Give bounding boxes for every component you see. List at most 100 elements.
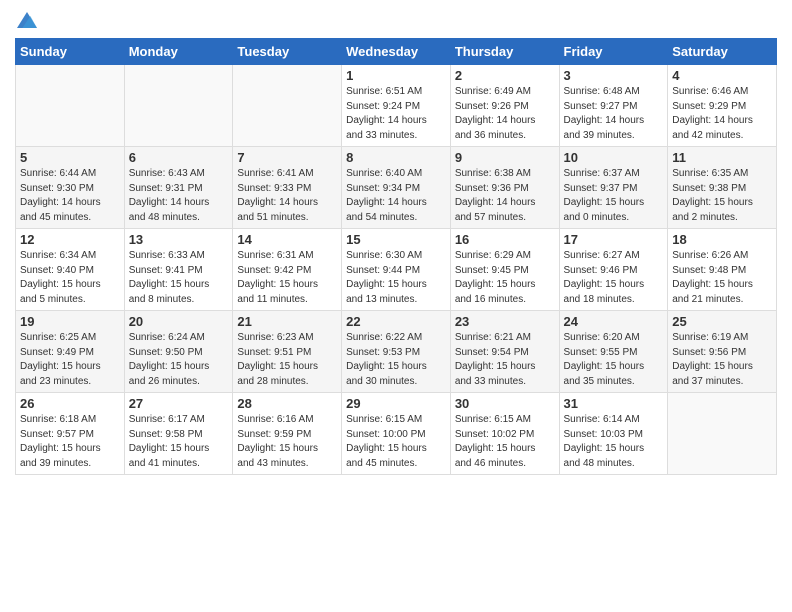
day-cell: 31 Sunrise: 6:14 AMSunset: 10:03 PMDaylig… (559, 393, 668, 475)
week-row: 1Sunrise: 6:51 AMSunset: 9:24 PMDaylight… (16, 65, 777, 147)
weekday-header-saturday: Saturday (668, 39, 777, 65)
day-cell: 24 Sunrise: 6:20 AMSunset: 9:55 PMDayligh… (559, 311, 668, 393)
day-number: 5 (20, 150, 120, 165)
day-info: Sunrise: 6:33 AMSunset: 9:41 PMDaylight:… (129, 249, 229, 307)
day-cell: 27 Sunrise: 6:17 AMSunset: 9:58 PMDayligh… (124, 393, 233, 475)
day-number: 17 (564, 232, 664, 247)
day-cell: 7 Sunrise: 6:41 AMSunset: 9:33 PMDaylight… (233, 147, 342, 229)
day-info: Sunrise: 6:29 AMSunset: 9:45 PMDaylight:… (455, 249, 555, 307)
day-cell: 5 Sunrise: 6:44 AMSunset: 9:30 PMDaylight… (16, 147, 125, 229)
day-info: Sunrise: 6:22 AMSunset: 9:53 PMDaylight:… (346, 331, 446, 389)
weekday-header-friday: Friday (559, 39, 668, 65)
weekday-header-sunday: Sunday (16, 39, 125, 65)
day-number: 20 (129, 314, 229, 329)
day-cell: 12 Sunrise: 6:34 AMSunset: 9:40 PMDayligh… (16, 229, 125, 311)
day-number: 24 (564, 314, 664, 329)
logo (15, 10, 37, 30)
day-number: 12 (20, 232, 120, 247)
day-cell: 26Sunrise: 6:18 AMSunset: 9:57 PMDayligh… (16, 393, 125, 475)
week-row: 19 Sunrise: 6:25 AMSunset: 9:49 PMDayligh… (16, 311, 777, 393)
calendar: SundayMondayTuesdayWednesdayThursdayFrid… (15, 38, 777, 475)
day-info: Sunrise: 6:25 AMSunset: 9:49 PMDaylight:… (20, 331, 120, 389)
day-cell: 2Sunrise: 6:49 AMSunset: 9:26 PMDaylight… (450, 65, 559, 147)
day-cell: 10Sunrise: 6:37 AMSunset: 9:37 PMDayligh… (559, 147, 668, 229)
day-number: 25 (672, 314, 772, 329)
day-info: Sunrise: 6:40 AMSunset: 9:34 PMDaylight:… (346, 167, 446, 225)
day-cell (16, 65, 125, 147)
day-number: 3 (564, 68, 664, 83)
day-cell: 6 Sunrise: 6:43 AMSunset: 9:31 PMDaylight… (124, 147, 233, 229)
day-number: 7 (237, 150, 337, 165)
day-number: 30 (455, 396, 555, 411)
weekday-header-monday: Monday (124, 39, 233, 65)
day-cell: 23 Sunrise: 6:21 AMSunset: 9:54 PMDayligh… (450, 311, 559, 393)
day-info: Sunrise: 6:16 AMSunset: 9:59 PMDaylight:… (237, 413, 337, 471)
day-info: Sunrise: 6:14 AMSunset: 10:03 PMDaylight… (564, 413, 664, 471)
day-info: Sunrise: 6:20 AMSunset: 9:55 PMDaylight:… (564, 331, 664, 389)
day-cell: 17 Sunrise: 6:27 AMSunset: 9:46 PMDayligh… (559, 229, 668, 311)
day-cell: 22 Sunrise: 6:22 AMSunset: 9:53 PMDayligh… (342, 311, 451, 393)
day-info: Sunrise: 6:17 AMSunset: 9:58 PMDaylight:… (129, 413, 229, 471)
day-cell: 25 Sunrise: 6:19 AMSunset: 9:56 PMDayligh… (668, 311, 777, 393)
day-number: 31 (564, 396, 664, 411)
day-info: Sunrise: 6:44 AMSunset: 9:30 PMDaylight:… (20, 167, 120, 225)
day-info: Sunrise: 6:15 AMSunset: 10:00 PMDaylight… (346, 413, 446, 471)
day-info: Sunrise: 6:23 AMSunset: 9:51 PMDaylight:… (237, 331, 337, 389)
day-info: Sunrise: 6:24 AMSunset: 9:50 PMDaylight:… (129, 331, 229, 389)
day-cell (124, 65, 233, 147)
day-number: 23 (455, 314, 555, 329)
day-info: Sunrise: 6:41 AMSunset: 9:33 PMDaylight:… (237, 167, 337, 225)
week-row: 12 Sunrise: 6:34 AMSunset: 9:40 PMDayligh… (16, 229, 777, 311)
header (15, 10, 777, 30)
day-cell: 29 Sunrise: 6:15 AMSunset: 10:00 PMDaylig… (342, 393, 451, 475)
day-info: Sunrise: 6:19 AMSunset: 9:56 PMDaylight:… (672, 331, 772, 389)
day-number: 29 (346, 396, 446, 411)
day-info: Sunrise: 6:15 AMSunset: 10:02 PMDaylight… (455, 413, 555, 471)
day-number: 10 (564, 150, 664, 165)
day-cell: 21 Sunrise: 6:23 AMSunset: 9:51 PMDayligh… (233, 311, 342, 393)
day-number: 28 (237, 396, 337, 411)
weekday-header-wednesday: Wednesday (342, 39, 451, 65)
day-number: 27 (129, 396, 229, 411)
day-cell: 8 Sunrise: 6:40 AMSunset: 9:34 PMDaylight… (342, 147, 451, 229)
week-row: 26Sunrise: 6:18 AMSunset: 9:57 PMDayligh… (16, 393, 777, 475)
day-number: 18 (672, 232, 772, 247)
day-cell: 19 Sunrise: 6:25 AMSunset: 9:49 PMDayligh… (16, 311, 125, 393)
day-cell: 28 Sunrise: 6:16 AMSunset: 9:59 PMDayligh… (233, 393, 342, 475)
day-info: Sunrise: 6:27 AMSunset: 9:46 PMDaylight:… (564, 249, 664, 307)
day-info: Sunrise: 6:38 AMSunset: 9:36 PMDaylight:… (455, 167, 555, 225)
day-number: 22 (346, 314, 446, 329)
day-cell: 18 Sunrise: 6:26 AMSunset: 9:48 PMDayligh… (668, 229, 777, 311)
day-cell: 16 Sunrise: 6:29 AMSunset: 9:45 PMDayligh… (450, 229, 559, 311)
day-cell (668, 393, 777, 475)
day-number: 4 (672, 68, 772, 83)
day-info: Sunrise: 6:21 AMSunset: 9:54 PMDaylight:… (455, 331, 555, 389)
day-cell: 20 Sunrise: 6:24 AMSunset: 9:50 PMDayligh… (124, 311, 233, 393)
day-number: 8 (346, 150, 446, 165)
day-info: Sunrise: 6:31 AMSunset: 9:42 PMDaylight:… (237, 249, 337, 307)
day-info: Sunrise: 6:46 AMSunset: 9:29 PMDaylight:… (672, 85, 772, 143)
day-info: Sunrise: 6:34 AMSunset: 9:40 PMDaylight:… (20, 249, 120, 307)
weekday-header-tuesday: Tuesday (233, 39, 342, 65)
day-info: Sunrise: 6:18 AMSunset: 9:57 PMDaylight:… (20, 413, 120, 471)
day-cell: 13Sunrise: 6:33 AMSunset: 9:41 PMDayligh… (124, 229, 233, 311)
day-info: Sunrise: 6:48 AMSunset: 9:27 PMDaylight:… (564, 85, 664, 143)
day-cell: 30 Sunrise: 6:15 AMSunset: 10:02 PMDaylig… (450, 393, 559, 475)
weekday-header-thursday: Thursday (450, 39, 559, 65)
day-cell: 15Sunrise: 6:30 AMSunset: 9:44 PMDayligh… (342, 229, 451, 311)
day-cell: 3 Sunrise: 6:48 AMSunset: 9:27 PMDaylight… (559, 65, 668, 147)
day-number: 6 (129, 150, 229, 165)
week-row: 5 Sunrise: 6:44 AMSunset: 9:30 PMDaylight… (16, 147, 777, 229)
day-number: 21 (237, 314, 337, 329)
logo-icon (17, 10, 37, 30)
day-number: 11 (672, 150, 772, 165)
day-cell: 4 Sunrise: 6:46 AMSunset: 9:29 PMDaylight… (668, 65, 777, 147)
day-number: 15 (346, 232, 446, 247)
page: SundayMondayTuesdayWednesdayThursdayFrid… (0, 0, 792, 612)
day-info: Sunrise: 6:43 AMSunset: 9:31 PMDaylight:… (129, 167, 229, 225)
day-number: 19 (20, 314, 120, 329)
day-info: Sunrise: 6:51 AMSunset: 9:24 PMDaylight:… (346, 85, 446, 143)
day-number: 16 (455, 232, 555, 247)
day-info: Sunrise: 6:26 AMSunset: 9:48 PMDaylight:… (672, 249, 772, 307)
day-cell: 11Sunrise: 6:35 AMSunset: 9:38 PMDayligh… (668, 147, 777, 229)
